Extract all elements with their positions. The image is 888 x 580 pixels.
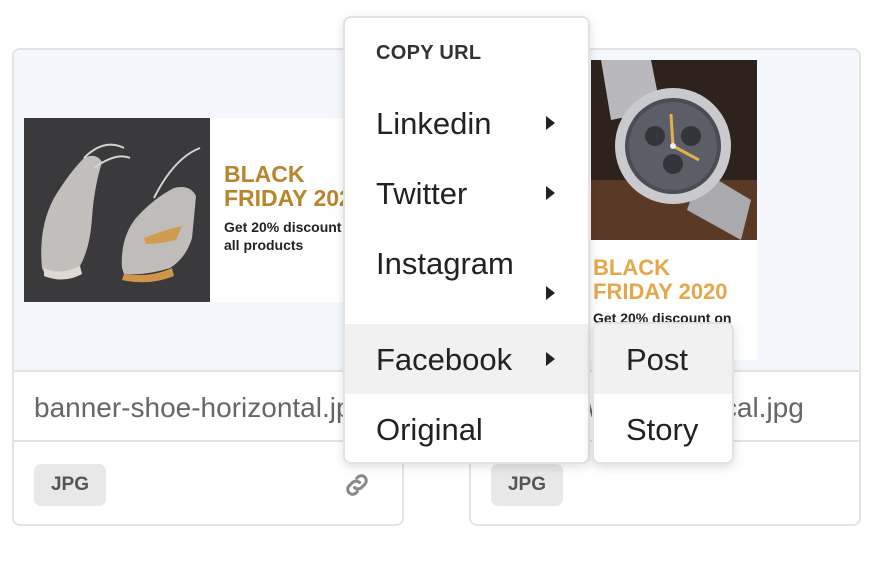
link-icon: [346, 474, 368, 496]
file-type-badge: JPG: [491, 464, 563, 506]
copy-link-button[interactable]: [340, 468, 374, 502]
submenu-item-label: Story: [626, 412, 699, 447]
menu-item-label: Instagram: [376, 246, 514, 281]
caret-right-icon: [546, 116, 555, 130]
menu-item-linkedin[interactable]: Linkedin: [345, 90, 588, 160]
menu-item-instagram[interactable]: Instagram: [345, 230, 588, 324]
file-type-badge: JPG: [34, 464, 106, 506]
copy-url-menu: COPY URL Linkedin Twitter Instagram Face…: [343, 16, 590, 464]
facebook-submenu: Post Story: [592, 322, 734, 464]
menu-item-label: Facebook: [376, 342, 513, 377]
caret-right-icon: [546, 352, 555, 366]
menu-item-label: Original: [376, 412, 483, 447]
submenu-item-post[interactable]: Post: [594, 324, 732, 394]
menu-item-facebook[interactable]: Facebook: [345, 324, 588, 394]
menu-item-label: Linkedin: [376, 106, 492, 141]
menu-item-twitter[interactable]: Twitter: [345, 160, 588, 230]
shoe-photo: [24, 118, 210, 302]
caret-right-icon: [546, 286, 555, 300]
banner-title: BLACK: [593, 255, 670, 280]
watch-photo: [591, 60, 757, 240]
menu-header: COPY URL: [376, 42, 482, 64]
banner-title-2: FRIDAY 2020: [593, 279, 728, 304]
submenu-item-label: Post: [626, 342, 689, 377]
filename: banner-shoe-horizontal.jpg: [34, 392, 368, 423]
banner-watch-image: BLACK FRIDAY 2020 Get 20% discount on: [591, 60, 757, 360]
menu-item-label: Twitter: [376, 176, 468, 211]
menu-item-original[interactable]: Original: [345, 394, 588, 462]
caret-right-icon: [546, 186, 555, 200]
submenu-item-story[interactable]: Story: [594, 394, 732, 462]
